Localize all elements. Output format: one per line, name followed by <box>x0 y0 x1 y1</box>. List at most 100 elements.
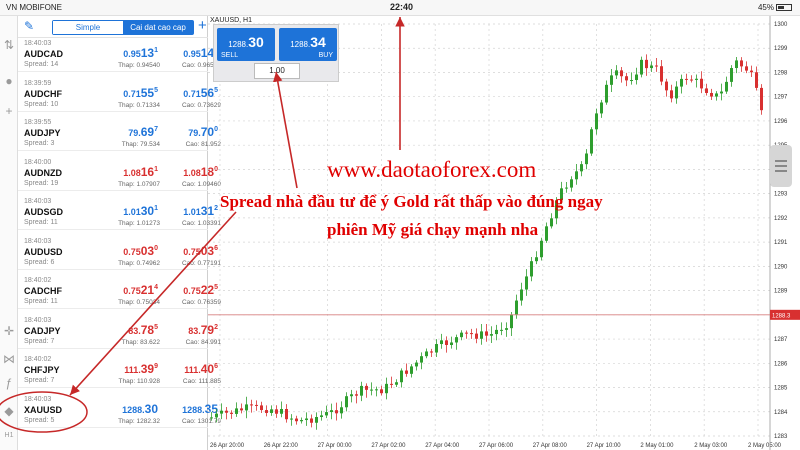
candle-body <box>710 92 713 97</box>
candle-body <box>465 332 468 334</box>
crosshair-icon[interactable]: ✛ <box>2 324 16 338</box>
candle-body <box>255 404 258 406</box>
candle-body <box>725 81 728 92</box>
candle-body <box>660 66 663 82</box>
quote-row-xauusd[interactable]: 18:40:03 XAUUSD Spread: 5 1288.30 1288.35 Tha… <box>18 394 221 428</box>
quote-low: Thap: 1.07907 <box>118 180 160 188</box>
candle-body <box>350 394 353 397</box>
x-tick-label: 26 Apr 22:00 <box>264 443 299 449</box>
one-click-trade-panel: 1288.30 SELL 1288.34 BUY 1.00 <box>213 24 339 82</box>
candle-body <box>310 418 313 423</box>
indicators-icon[interactable]: ⋈ <box>2 352 16 366</box>
candle-body <box>590 129 593 154</box>
quote-spread: Spread: 7 <box>24 337 55 345</box>
quote-row-audjpy[interactable]: 18:39:55 AUDJPY Spread: 3 79.697 79.700 Thap:… <box>18 117 221 151</box>
candle-body <box>485 331 488 336</box>
quote-symbol: AUDNZD <box>24 167 62 178</box>
candle-body <box>405 370 408 374</box>
quote-symbol: AUDJPY <box>24 128 61 138</box>
candle-body <box>690 79 693 81</box>
x-tick-label: 27 Apr 10:00 <box>587 443 622 449</box>
candle-body <box>370 389 373 391</box>
candle-body <box>575 171 578 180</box>
quote-row-audnzd[interactable]: 18:40:00 AUDNZD Spread: 19 1.08161 1.08180 Th… <box>18 157 221 191</box>
quote-spread: Spread: 14 <box>24 61 59 68</box>
quote-spread: Spread: 5 <box>24 416 55 424</box>
candle-body <box>330 410 333 413</box>
tab-advanced[interactable]: Cai dat cao cap <box>123 21 193 34</box>
y-tick-label: 1299 <box>774 46 788 52</box>
lot-size-input[interactable]: 1.00 <box>254 63 300 79</box>
quote-time: 18:40:03 <box>24 237 52 245</box>
edit-icon[interactable]: ✎ <box>24 19 34 33</box>
timeframe-label[interactable]: H1 <box>2 432 16 439</box>
quote-row-audcad[interactable]: 18:40:03AUDCADSpread: 140.951310.95145Th… <box>18 38 221 72</box>
objects-icon[interactable]: ◆ <box>2 404 16 418</box>
scroll-handle[interactable] <box>770 145 792 187</box>
candle-body <box>755 72 758 88</box>
candle-body <box>585 153 588 165</box>
candle-body <box>455 337 458 343</box>
quote-low: Thap: 83.622 <box>121 338 160 346</box>
quote-row-cadchf[interactable]: 18:40:02 CADCHF Spread: 11 0.75214 0.75225 Th… <box>18 275 221 309</box>
watchlist-panel: ✎ Simple Cai dat cao cap + 18:40:03 AUDCA… <box>18 16 221 450</box>
quote-row-cadjpy[interactable]: 18:40:03 CADJPY Spread: 7 83.785 83.792 Thap:… <box>18 315 221 349</box>
candle-body <box>515 300 518 315</box>
quote-low: Thap: 0.75034 <box>118 299 160 306</box>
quote-row-chfjpy[interactable]: 18:40:02 CHFJPY Spread: 7 111.399 111.406 Tha… <box>18 354 221 388</box>
quotes-icon[interactable]: ⇅ <box>2 38 16 52</box>
x-tick-label: 2 May 03:00 <box>694 443 728 449</box>
candle-body <box>510 314 513 329</box>
candle-body <box>295 418 298 422</box>
quote-time: 18:40:00 <box>24 158 52 166</box>
candle-body <box>750 70 753 73</box>
quote-bid: 0.95131 <box>123 46 158 60</box>
website-watermark: www.daotaoforex.com <box>327 157 537 182</box>
status-time: 22:40 <box>390 2 414 12</box>
candle-body <box>700 78 703 89</box>
quote-bid: 1.08161 <box>123 164 158 179</box>
candle-body <box>250 404 253 406</box>
carrier-name: VN MOBIFONE <box>6 3 63 12</box>
candle-body <box>695 78 698 80</box>
quote-bid: 83.785 <box>128 322 158 337</box>
x-tick-label: 27 Apr 04:00 <box>425 443 460 449</box>
quote-symbol: CADJPY <box>24 325 61 336</box>
y-tick-label: 1289 <box>774 289 788 295</box>
candle-body <box>595 113 598 130</box>
quote-row-audusd[interactable]: 18:40:03 AUDUSD Spread: 6 0.75030 0.75036 Tha… <box>18 236 221 270</box>
function-icon[interactable]: ƒ <box>2 376 16 390</box>
add-symbol-icon[interactable]: + <box>198 17 207 34</box>
candle-body <box>415 362 418 367</box>
candle-body <box>355 394 358 396</box>
candle-body <box>625 76 628 81</box>
sell-button[interactable]: 1288.30 SELL <box>217 28 275 61</box>
candle-body <box>290 418 293 420</box>
candle-body <box>265 410 268 413</box>
status-bar: VN MOBIFONE 22:40 45% <box>0 0 800 16</box>
quote-spread: Spread: 11 <box>24 298 58 305</box>
candle-body <box>640 59 643 75</box>
candle-body <box>280 408 283 414</box>
candle-body <box>410 366 413 374</box>
candle-body <box>215 413 218 418</box>
quote-row-audchf[interactable]: 18:39:59 AUDCHF Spread: 10 0.71555 0.71565 Th… <box>18 78 221 112</box>
candle-body <box>675 86 678 99</box>
quote-time: 18:40:03 <box>24 316 52 324</box>
tab-simple[interactable]: Simple <box>53 21 123 34</box>
quote-row-audsgd[interactable]: 18:40:03 AUDSGD Spread: 11 1.01301 1.01312 Th… <box>18 196 221 230</box>
candle-body <box>325 412 328 416</box>
y-tick-label: 1296 <box>774 119 788 125</box>
chat-icon[interactable]: ● <box>2 74 16 88</box>
buy-button[interactable]: 1288.34 BUY <box>279 28 337 61</box>
candle-body <box>610 75 613 85</box>
battery-level: 45% <box>758 3 792 12</box>
y-tick-label: 1290 <box>774 264 788 270</box>
candle-body <box>270 409 273 413</box>
watchlist-toolbar: ✎ Simple Cai dat cao cap + <box>18 16 208 38</box>
candle-body <box>230 412 233 414</box>
candle-body <box>220 410 223 414</box>
candle-body <box>460 332 463 338</box>
add-chart-icon[interactable]: + <box>2 104 16 118</box>
candle-body <box>535 257 538 262</box>
